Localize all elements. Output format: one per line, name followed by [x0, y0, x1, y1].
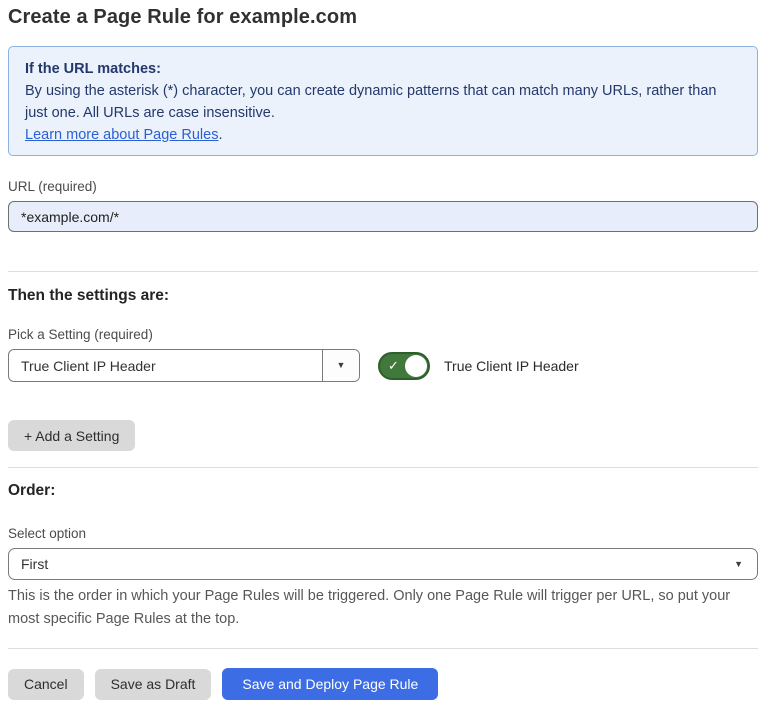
save-as-draft-button[interactable]: Save as Draft [95, 669, 212, 700]
learn-more-link-suffix: . [218, 127, 222, 143]
order-help-text: This is the order in which your Page Rul… [8, 585, 748, 631]
url-match-info-box: If the URL matches: By using the asteris… [8, 46, 758, 156]
learn-more-link[interactable]: Learn more about Page Rules [25, 127, 218, 143]
pick-setting-label: Pick a Setting (required) [8, 327, 758, 342]
section-divider [8, 271, 758, 272]
section-divider [8, 467, 758, 468]
pick-setting-selected-value: True Client IP Header [9, 358, 322, 374]
chevron-down-icon: ▼ [337, 361, 346, 370]
setting-row: True Client IP Header ▼ ✓ True Client IP… [8, 349, 758, 382]
info-box-body: By using the asterisk (*) character, you… [25, 80, 741, 124]
pick-setting-select[interactable]: True Client IP Header ▼ [8, 349, 360, 382]
toggle-label: True Client IP Header [444, 358, 579, 374]
cancel-button[interactable]: Cancel [8, 669, 84, 700]
url-input[interactable] [8, 201, 758, 232]
section-divider [8, 648, 758, 649]
toggle-knob [405, 355, 427, 377]
order-select-label: Select option [8, 526, 758, 541]
order-section-heading: Order: [8, 482, 758, 500]
select-arrow-button[interactable]: ▼ [322, 350, 359, 381]
create-page-rule-form: Create a Page Rule for example.com If th… [0, 0, 769, 700]
settings-section-heading: Then the settings are: [8, 287, 758, 305]
true-client-ip-toggle[interactable]: ✓ [378, 352, 430, 380]
add-setting-button[interactable]: + Add a Setting [8, 420, 135, 451]
check-icon: ✓ [388, 359, 399, 372]
chevron-down-icon: ▼ [734, 560, 743, 569]
info-box-heading: If the URL matches: [25, 58, 741, 80]
save-and-deploy-button[interactable]: Save and Deploy Page Rule [222, 668, 438, 700]
url-label: URL (required) [8, 179, 758, 194]
page-title: Create a Page Rule for example.com [8, 6, 758, 29]
order-selected-value: First [9, 556, 734, 572]
order-select[interactable]: First ▼ [8, 548, 758, 580]
footer-actions: Cancel Save as Draft Save and Deploy Pag… [8, 668, 758, 700]
info-box-link-line: Learn more about Page Rules. [25, 124, 741, 146]
